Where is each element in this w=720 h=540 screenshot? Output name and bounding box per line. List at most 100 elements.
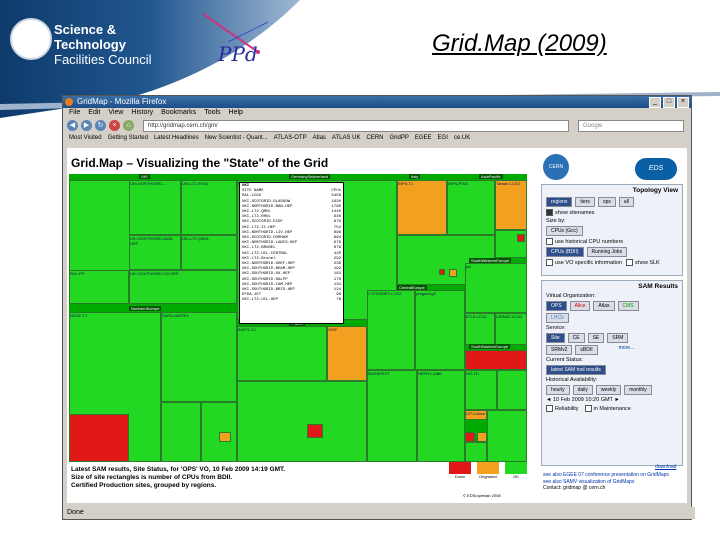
site-tile[interactable]: UKI-LT2-RHUL (181, 180, 237, 235)
reliability-checkbox[interactable] (546, 405, 553, 412)
regions-button[interactable]: regions (546, 197, 573, 207)
site-tile[interactable] (219, 432, 231, 442)
site-tile[interactable]: UKI-LT2-QMUL (181, 235, 237, 270)
home-icon[interactable]: ⌂ (123, 120, 134, 131)
bookmark-item[interactable]: Atlas (313, 133, 326, 144)
bookmark-item[interactable]: ce.UK (454, 133, 470, 144)
all-button[interactable]: all (618, 197, 634, 207)
site-tile[interactable]: praguelcg2 (415, 290, 465, 370)
site-tile[interactable] (237, 381, 367, 462)
site-tile[interactable]: Taiwan-LCG2 (495, 180, 527, 230)
site-tile[interactable] (161, 402, 201, 462)
historical-checkbox[interactable] (546, 238, 553, 245)
vo-specific-row[interactable]: use VO specific information show SLK (542, 258, 682, 267)
search-input[interactable]: Google (578, 119, 684, 132)
service-srm-button[interactable]: SRM (607, 333, 629, 343)
service-srmv2-button[interactable]: SRMv2 (546, 345, 573, 355)
site-tile[interactable] (465, 350, 527, 370)
site-tile[interactable] (517, 234, 525, 242)
tiers-button[interactable]: tiers (575, 197, 595, 207)
site-tile[interactable]: CIEMAT-LCG2 (495, 313, 527, 345)
monthly-button[interactable]: monthly (624, 385, 652, 395)
site-tile[interactable]: UKI-NORTHGRID-... (129, 180, 181, 235)
site-tile[interactable] (487, 410, 527, 462)
site-tile[interactable]: CYFRONET-LCG2 (367, 290, 415, 370)
site-tile[interactable]: BUDAPEST (367, 370, 417, 462)
site-tile[interactable] (477, 432, 487, 442)
sitenames-checkbox[interactable] (546, 209, 553, 216)
menu-bookmarks[interactable]: Bookmarks (161, 108, 196, 118)
site-tile[interactable]: SARA-MATRIX (161, 312, 237, 402)
ops-topology-button[interactable]: ops (597, 197, 616, 207)
bookmark-item[interactable]: ATLAS UK (332, 133, 361, 144)
menu-tools[interactable]: Tools (204, 108, 220, 118)
site-tile[interactable]: pic (465, 263, 527, 313)
close-button[interactable]: × (677, 97, 689, 108)
maximize-button[interactable]: □ (663, 97, 675, 108)
cpus-bdii-button[interactable]: CPUs (BDII) (546, 247, 584, 257)
daily-button[interactable]: daily (572, 385, 593, 395)
hourly-button[interactable]: hourly (546, 385, 570, 395)
site-tile[interactable]: UKI-SOUTHGRID-OX-HEP (129, 270, 237, 304)
site-tile[interactable]: INFN-T1 (397, 180, 447, 235)
running-jobs-button[interactable]: Running Jobs (586, 247, 628, 257)
bookmark-item[interactable]: Most Visited (69, 133, 102, 144)
site-tile[interactable]: LIP-Lisbon (465, 410, 487, 420)
latest-sam-button[interactable]: latest SAM tool results (546, 365, 606, 375)
slk-checkbox[interactable] (625, 259, 633, 266)
reload-icon[interactable]: ↻ (95, 120, 106, 131)
site-tile[interactable] (465, 432, 475, 442)
vo-ops-button[interactable]: OPS (546, 301, 567, 311)
bookmark-item[interactable]: New Scientist - Quant... (205, 133, 268, 144)
service-sbdii-button[interactable]: sBDII (575, 345, 598, 355)
bookmark-item[interactable]: ATLAS-OTP (274, 133, 307, 144)
url-input[interactable]: http://gridmap.cern.ch/gm/ (143, 119, 569, 132)
weekly-button[interactable]: weekly (595, 385, 622, 395)
show-sitenames-row[interactable]: show sitenames (542, 208, 682, 217)
maintenance-checkbox[interactable] (584, 405, 592, 412)
site-tile[interactable] (497, 370, 527, 410)
site-tile[interactable] (439, 269, 445, 275)
bookmark-item[interactable]: GridPP (390, 133, 409, 144)
vo-checkbox[interactable] (546, 259, 553, 266)
site-tile[interactable]: RAL-PP (69, 270, 129, 304)
cpus-gcc-button[interactable]: CPUs (Gcc) (546, 226, 583, 236)
site-tile[interactable]: UKI-NORTHGRID-MAN-HEP (129, 235, 181, 270)
historical-row[interactable]: use historical CPU numbers (542, 237, 682, 246)
back-icon[interactable]: ◀ (67, 120, 78, 131)
left-arrow-icon[interactable]: ◄ (546, 397, 553, 403)
site-tile[interactable]: GRIF (327, 326, 367, 381)
download-link[interactable]: download (655, 464, 676, 470)
service-ce-button[interactable]: CE (567, 333, 585, 343)
vo-lhcb-button[interactable]: LHCb (546, 313, 569, 323)
site-tile[interactable]: HG-TD (465, 370, 497, 410)
stop-icon[interactable]: × (109, 120, 120, 131)
site-tile[interactable] (307, 424, 323, 438)
vo-cms-button[interactable]: CMS (617, 301, 639, 311)
right-arrow-icon[interactable]: ► (613, 397, 619, 403)
minimize-button[interactable]: _ (649, 97, 661, 108)
bookmark-item[interactable]: EGEE (415, 133, 432, 144)
site-tile[interactable]: INFN-PISA (447, 180, 495, 235)
site-tile[interactable] (69, 414, 129, 462)
menu-view[interactable]: View (108, 108, 123, 118)
forward-icon[interactable]: ▶ (81, 120, 92, 131)
site-tile[interactable]: HEPHY-UIBK (417, 370, 465, 462)
service-site-button[interactable]: Site (546, 333, 565, 343)
more-link[interactable]: more... (619, 345, 635, 355)
service-se-button[interactable]: SE (587, 333, 605, 343)
site-tile[interactable] (449, 269, 457, 277)
menu-file[interactable]: File (69, 108, 80, 118)
bookmark-item[interactable]: Getting Started (108, 133, 148, 144)
bookmark-item[interactable]: EGI (438, 133, 448, 144)
vo-atlas-button[interactable]: Atlas (593, 301, 615, 311)
footer-line[interactable]: see also EGEE 07 conference presentation… (543, 472, 669, 479)
site-tile[interactable]: IN2P3-CC (237, 326, 327, 381)
menu-history[interactable]: History (131, 108, 153, 118)
site-tile[interactable]: IFCA-LCG2 (465, 313, 495, 345)
site-tile[interactable] (465, 442, 487, 462)
bookmark-item[interactable]: CERN (367, 133, 384, 144)
menu-help[interactable]: Help (229, 108, 243, 118)
vo-alice-button[interactable]: Alice (569, 301, 591, 311)
menu-edit[interactable]: Edit (88, 108, 100, 118)
